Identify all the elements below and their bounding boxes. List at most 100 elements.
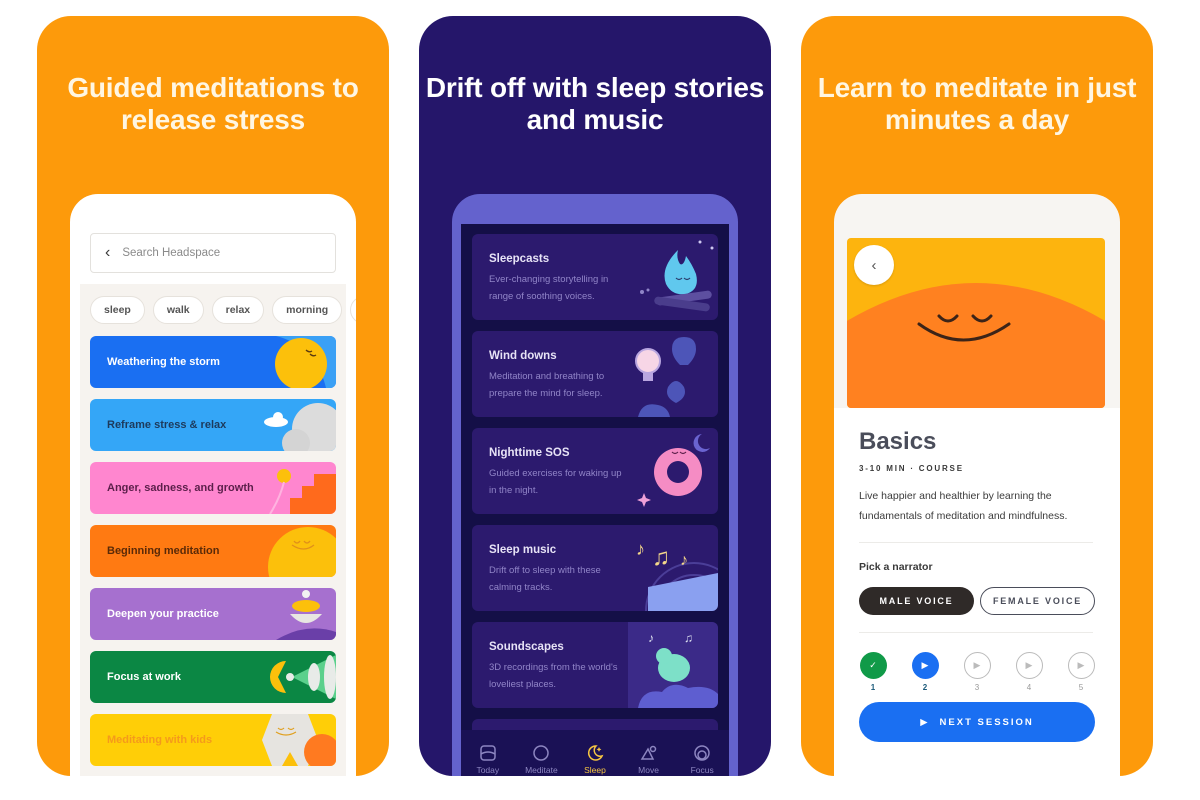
card-description: Ever-changing storytelling in range of s… <box>489 274 609 302</box>
cloud-illustration-icon <box>264 403 336 451</box>
next-session-label: NEXT SESSION <box>939 716 1034 728</box>
card-title: Sleep music <box>489 544 557 556</box>
smiling-sun-illustration-icon <box>268 527 336 577</box>
sleep-card-wind-downs[interactable]: Wind downs Meditation and breathing to p… <box>472 331 718 417</box>
play-icon: ▶ <box>1067 652 1095 679</box>
sleep-card-nighttime-sos[interactable]: Nighttime SOS Guided exercises for wakin… <box>472 428 718 514</box>
category-list: sleep walk relax morning Weathering the … <box>80 284 356 776</box>
svg-text:♪: ♪ <box>648 631 654 645</box>
music-notes-piano-illustration-icon: ♪ ♫ ♪ <box>636 539 718 611</box>
tab-move[interactable]: Move <box>624 744 674 775</box>
session-step-5[interactable]: ▶ 5 <box>1067 652 1095 692</box>
category-card-kids[interactable]: Meditating with kids <box>90 714 336 766</box>
category-card-deepen[interactable]: Deepen your practice <box>90 588 336 640</box>
category-card-anger[interactable]: Anger, sadness, and growth <box>90 462 336 514</box>
search-input[interactable] <box>122 247 303 259</box>
course-hero-image: ‹ <box>847 238 1105 408</box>
card-description: Guided exercises for waking up in the ni… <box>489 468 622 496</box>
session-number: 2 <box>922 683 928 692</box>
male-voice-button[interactable]: MALE VOICE <box>859 587 974 615</box>
tab-label: Sleep <box>584 764 606 775</box>
tab-sleep[interactable]: Sleep <box>570 744 620 775</box>
panel-headline: Learn to meditate in just minutes a day <box>817 72 1137 135</box>
chip-walk[interactable]: walk <box>152 296 204 324</box>
promo-panel-basics-course: Learn to meditate in just minutes a day … <box>801 16 1153 776</box>
focus-beam-illustration-icon <box>270 655 336 699</box>
category-label: Reframe stress & relax <box>107 419 227 431</box>
divider <box>859 632 1093 633</box>
focus-icon <box>694 744 710 761</box>
category-card-reframe[interactable]: Reframe stress & relax <box>90 399 336 451</box>
category-card-focus[interactable]: Focus at work <box>90 651 336 703</box>
course-details: Basics 3-10 MIN · COURSE Live happier an… <box>834 408 1120 776</box>
kids-characters-illustration-icon <box>262 714 336 766</box>
tab-label: Meditate <box>525 764 558 775</box>
category-label: Meditating with kids <box>107 734 213 746</box>
phone-screen-sleep: Sleepcasts Ever-changing storytelling in… <box>452 194 738 776</box>
meditate-icon <box>533 744 550 761</box>
lightbulbs-illustration-icon <box>635 337 696 417</box>
session-number: 5 <box>1078 683 1084 692</box>
session-number: 3 <box>974 683 980 692</box>
session-number: 1 <box>870 683 876 692</box>
category-card-weathering[interactable]: Weathering the storm <box>90 336 336 388</box>
category-label: Beginning meditation <box>107 545 220 557</box>
card-description: Drift off to sleep with these calming tr… <box>489 565 601 593</box>
card-title: Soundscapes <box>489 641 564 653</box>
tab-meditate[interactable]: Meditate <box>516 744 566 775</box>
stacked-stones-illustration-icon <box>276 590 336 640</box>
session-step-1[interactable]: ✓ 1 <box>859 652 887 692</box>
back-button[interactable]: ‹ <box>854 245 894 285</box>
promo-panel-guided-meditations: Guided meditations to release stress ‹ s… <box>37 16 389 776</box>
category-label: Weathering the storm <box>107 356 220 368</box>
svg-text:♪: ♪ <box>636 539 645 559</box>
divider <box>859 542 1093 543</box>
tab-today[interactable]: Today <box>463 744 513 775</box>
back-chevron-icon[interactable]: ‹ <box>105 245 110 261</box>
card-title: Sleepcasts <box>489 253 550 265</box>
chip-morning[interactable]: morning <box>272 296 343 324</box>
today-icon <box>480 744 496 761</box>
category-label: Anger, sadness, and growth <box>107 482 254 494</box>
stairs-illustration-icon <box>269 469 336 514</box>
card-description: Meditation and breathing to prepare the … <box>489 371 605 399</box>
move-icon <box>640 745 656 760</box>
category-card-beginning[interactable]: Beginning meditation <box>90 525 336 577</box>
next-session-button[interactable]: ▶ NEXT SESSION <box>859 702 1095 742</box>
tab-label: Focus <box>690 764 714 775</box>
chip-relax[interactable]: relax <box>211 296 265 324</box>
bird-illustration-icon: ♪ ♫ <box>628 622 718 708</box>
play-icon: ▶ <box>920 716 930 728</box>
chip-more[interactable] <box>350 296 356 324</box>
course-meta: 3-10 MIN · COURSE <box>859 464 964 473</box>
sleep-card-soundscapes[interactable]: Soundscapes 3D recordings from the world… <box>472 622 718 708</box>
campfire-illustration-icon <box>640 240 714 312</box>
card-title: Wind downs <box>489 350 557 362</box>
sleep-card-sleepcasts[interactable]: Sleepcasts Ever-changing storytelling in… <box>472 234 718 320</box>
panel-headline: Drift off with sleep stories and music <box>425 72 765 135</box>
sun-face-illustration-icon <box>275 336 336 388</box>
svg-text:♫: ♫ <box>652 544 670 571</box>
session-step-3[interactable]: ▶ 3 <box>963 652 991 692</box>
filter-chips: sleep walk relax morning <box>90 296 356 324</box>
narrator-label: Pick a narrator <box>859 561 933 573</box>
female-voice-button[interactable]: FEMALE VOICE <box>980 587 1095 615</box>
session-step-2[interactable]: ▶ 2 <box>911 652 939 692</box>
tab-label: Move <box>638 764 659 775</box>
play-icon: ▶ <box>963 652 991 679</box>
course-title: Basics <box>859 428 937 455</box>
bottom-tab-bar: Today Meditate Sleep Move Focus <box>461 730 729 776</box>
category-label: Deepen your practice <box>107 608 219 620</box>
svg-text:♪: ♪ <box>680 552 688 569</box>
sleep-screen: Sleepcasts Ever-changing storytelling in… <box>461 224 729 776</box>
svg-text:♫: ♫ <box>684 631 693 645</box>
session-step-4[interactable]: ▶ 4 <box>1015 652 1043 692</box>
play-icon: ▶ <box>1015 652 1043 679</box>
tab-label: Today <box>476 764 500 775</box>
promo-panel-sleep: Drift off with sleep stories and music S… <box>419 16 771 776</box>
tab-focus[interactable]: Focus <box>677 744 727 775</box>
sleep-card-sleep-music[interactable]: Sleep music Drift off to sleep with thes… <box>472 525 718 611</box>
search-bar[interactable]: ‹ <box>90 233 336 273</box>
session-number: 4 <box>1026 683 1032 692</box>
chip-sleep[interactable]: sleep <box>90 296 145 324</box>
